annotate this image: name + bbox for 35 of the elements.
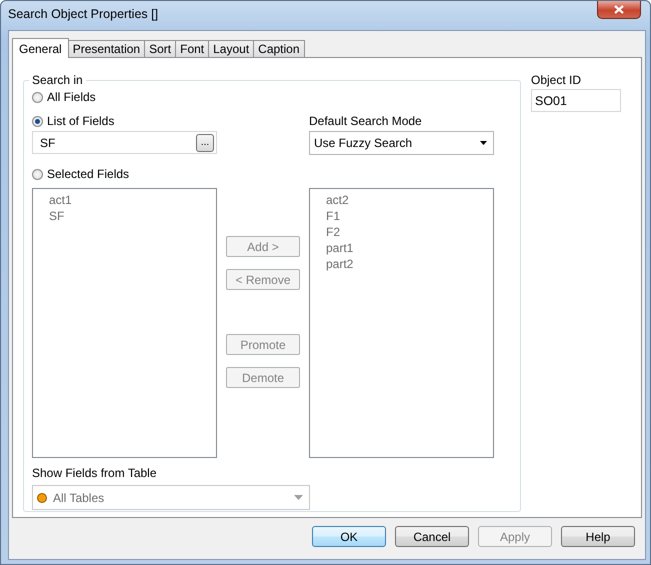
dropdown-arrow-icon	[294, 495, 303, 500]
radio-label[interactable]: All Fields	[47, 90, 96, 104]
radio-button[interactable]	[32, 168, 43, 180]
group-label: Search in	[31, 73, 84, 87]
radio-label[interactable]: List of Fields	[47, 114, 114, 128]
browse-button[interactable]: ...	[196, 134, 214, 152]
list-item[interactable]: SF	[33, 208, 216, 224]
tab[interactable]: Sort	[144, 40, 176, 57]
list-item[interactable]: act2	[310, 192, 493, 208]
dialog-button[interactable]: OK	[312, 526, 386, 547]
tab[interactable]: Layout	[208, 40, 254, 57]
list-item[interactable]: F1	[310, 208, 493, 224]
list-item[interactable]: part2	[310, 256, 493, 272]
radio-label[interactable]: Selected Fields	[47, 167, 130, 181]
object-id-input[interactable]: SO01	[531, 89, 621, 112]
tab[interactable]: Font	[175, 40, 210, 57]
list-item[interactable]: part1	[310, 240, 493, 256]
dialog-button[interactable]: Cancel	[395, 526, 469, 547]
tab[interactable]: Presentation	[68, 40, 146, 57]
dialog-button[interactable]: Help	[561, 526, 635, 547]
search-mode-dropdown[interactable]: Use Fuzzy Search	[309, 131, 494, 155]
list-item[interactable]: act1	[33, 192, 216, 208]
field-label: Default Search Mode	[309, 114, 423, 128]
tab[interactable]: General	[12, 38, 69, 58]
list-item[interactable]: F2	[310, 224, 493, 240]
dropdown-arrow-icon	[480, 141, 487, 145]
field-label: Object ID	[531, 73, 582, 87]
tab[interactable]: Caption	[253, 40, 305, 57]
close-icon	[614, 5, 624, 14]
radio-button[interactable]	[32, 116, 43, 126]
close-button[interactable]	[597, 1, 641, 19]
list-of-fields-input[interactable]: SF ...	[32, 131, 217, 154]
radio-button[interactable]	[32, 92, 43, 102]
window-title: Search Object Properties []	[8, 7, 158, 21]
field-label: Show Fields from Table	[32, 466, 158, 480]
